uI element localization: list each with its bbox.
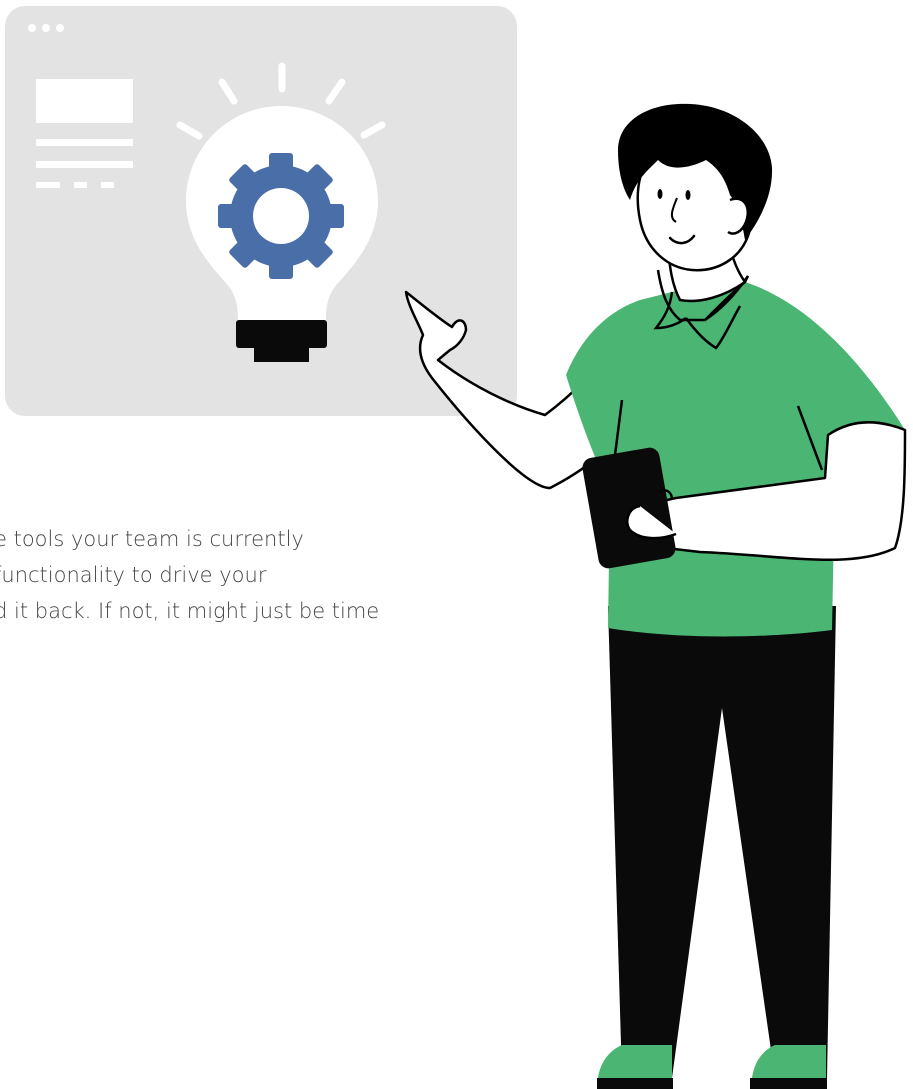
pants bbox=[608, 606, 836, 1078]
description-paragraph: e tools your team is currently functiona… bbox=[0, 521, 554, 629]
left-shoe bbox=[598, 1045, 672, 1078]
paragraph-line-3: d it back. If not, it might just be time bbox=[0, 599, 380, 623]
three-dots-icon bbox=[28, 24, 64, 32]
paragraph-line-1: e tools your team is currently bbox=[0, 527, 304, 551]
gear-icon bbox=[218, 153, 344, 279]
right-shoe bbox=[752, 1045, 826, 1078]
paragraph-line-2: functionality to drive your bbox=[0, 563, 267, 587]
